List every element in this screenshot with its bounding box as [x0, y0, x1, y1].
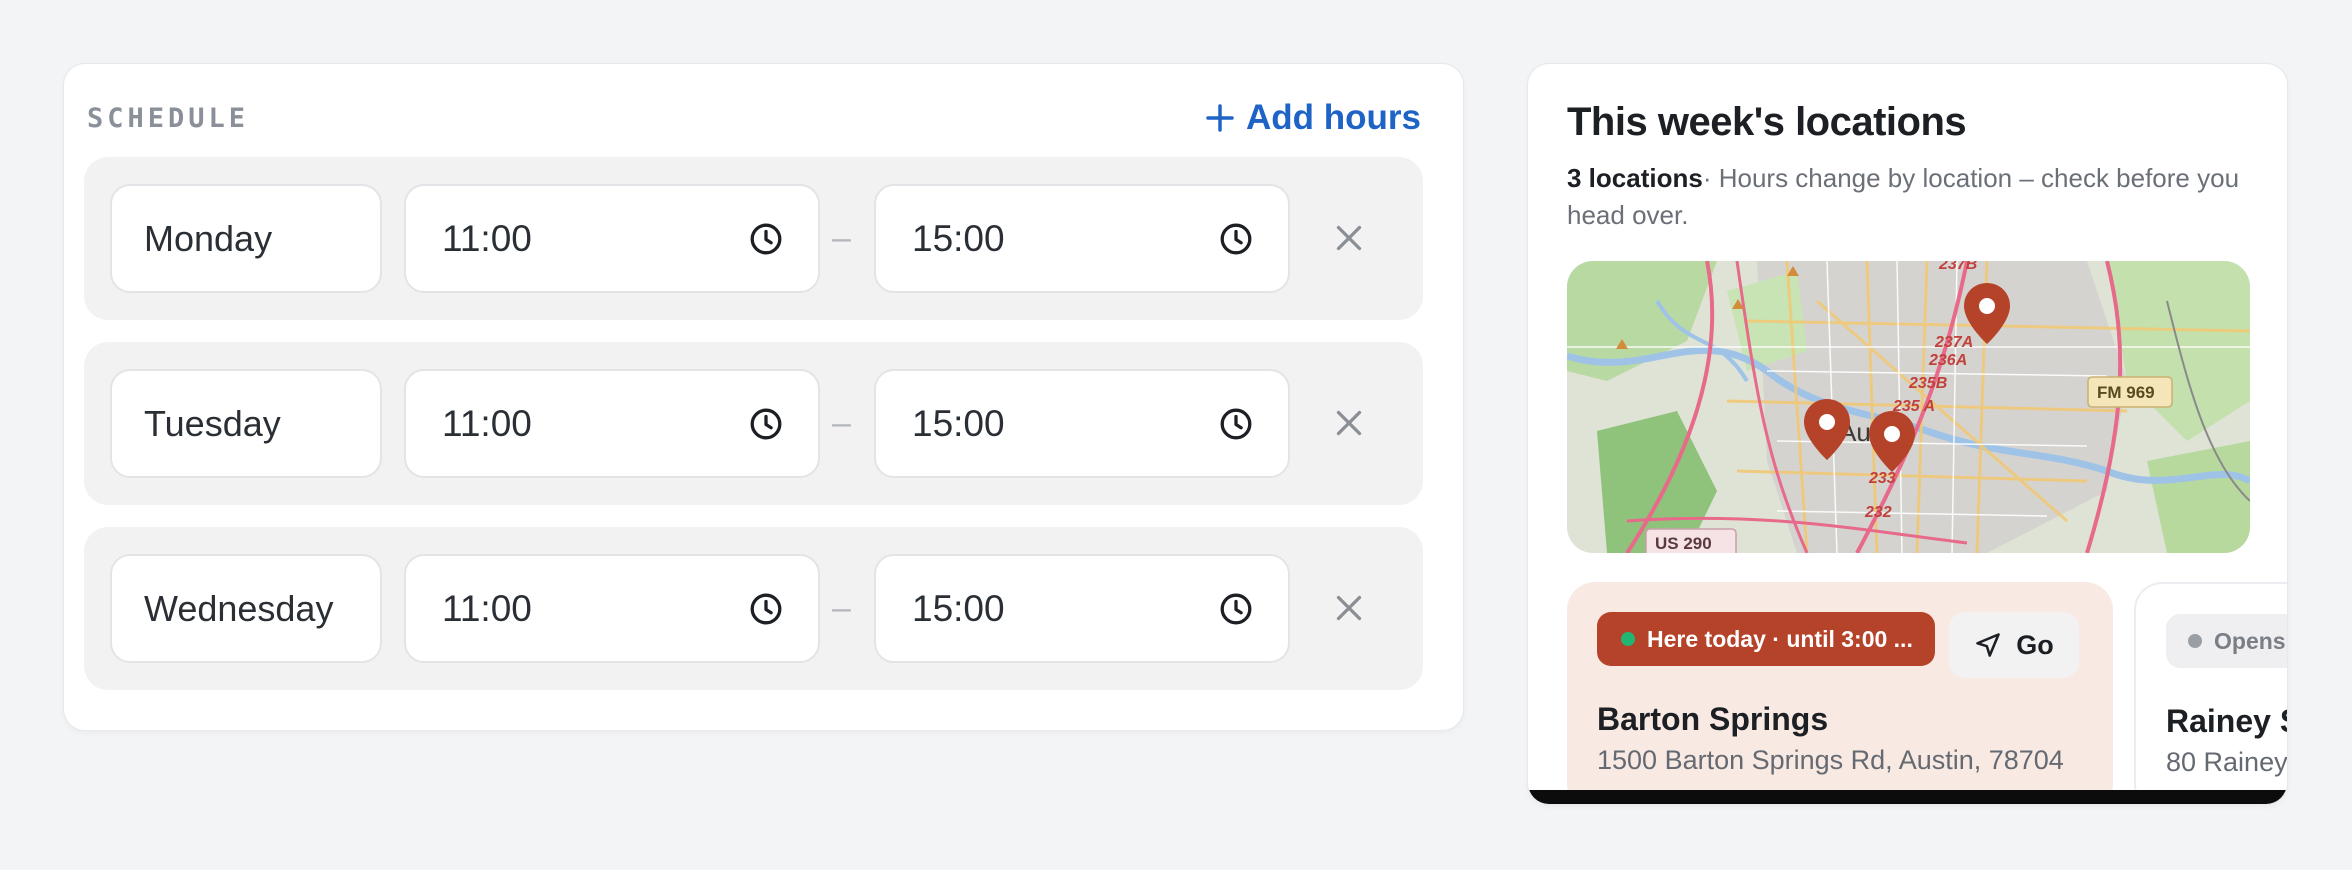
- day-field[interactable]: Wednesday: [110, 554, 382, 663]
- start-time-value: 11:00: [442, 217, 532, 259]
- location-card-barton-springs[interactable]: Here today · until 3:00 ... Go Barton Sp…: [1567, 582, 2113, 804]
- map-label: 237A: [1934, 334, 1973, 351]
- status-badge: Here today · until 3:00 ...: [1597, 612, 1935, 666]
- remove-row-close-icon[interactable]: [1331, 405, 1367, 441]
- schedule-row: Monday 11:00 – 15:00: [84, 157, 1423, 320]
- location-name: Rainey St: [2166, 703, 2287, 739]
- add-hours-label: Add hours: [1246, 98, 1421, 137]
- schedule-row: Wednesday 11:00 – 15:00: [84, 527, 1423, 690]
- status-text: Opens: [2214, 627, 2286, 654]
- clock-icon[interactable]: [1218, 406, 1254, 442]
- clock-icon[interactable]: [748, 406, 784, 442]
- end-time-field[interactable]: 15:00: [874, 369, 1290, 478]
- clock-icon[interactable]: [1218, 221, 1254, 257]
- add-hours-button[interactable]: Add hours: [1204, 98, 1421, 138]
- open-status-dot-icon: [1621, 632, 1635, 646]
- time-separator: –: [832, 589, 851, 627]
- locations-title: This week's locations: [1567, 100, 1967, 144]
- go-button[interactable]: Go: [1949, 612, 2079, 678]
- end-time-field[interactable]: 15:00: [874, 184, 1290, 293]
- remove-row-close-icon[interactable]: [1331, 590, 1367, 626]
- map-shield-label: FM 969: [2097, 383, 2155, 402]
- location-card-rainey-st[interactable]: Opens Rainey St 80 Rainey: [2134, 582, 2288, 804]
- map-shield-label: US 290: [1655, 534, 1712, 553]
- map-canvas[interactable]: 237B 237A 236A 235B 235 A 233 232 Austin…: [1567, 261, 2250, 553]
- navigation-arrow-icon: [1976, 633, 2001, 657]
- start-time-field[interactable]: 11:00: [404, 184, 820, 293]
- locations-card: This week's locations 3 locations· Hours…: [1527, 63, 2288, 805]
- schedule-card: SCHEDULE Add hours Monday 11:00 – 15:00 …: [63, 63, 1464, 731]
- schedule-title: SCHEDULE: [87, 102, 250, 134]
- end-time-value: 15:00: [912, 587, 1005, 629]
- closed-status-dot-icon: [2188, 634, 2202, 648]
- location-address: 80 Rainey: [2166, 747, 2288, 777]
- locations-count: 3 locations: [1567, 163, 1703, 193]
- end-time-value: 15:00: [912, 217, 1005, 259]
- status-text: Here today · until 3:00 ...: [1647, 625, 1913, 652]
- day-field[interactable]: Monday: [110, 184, 382, 293]
- map-label: 237B: [1938, 261, 1977, 273]
- day-value: Tuesday: [144, 402, 281, 444]
- end-time-field[interactable]: 15:00: [874, 554, 1290, 663]
- end-time-value: 15:00: [912, 402, 1005, 444]
- day-value: Monday: [144, 217, 273, 259]
- map-label: 233: [1868, 470, 1896, 487]
- start-time-field[interactable]: 11:00: [404, 554, 820, 663]
- time-separator: –: [832, 404, 851, 442]
- start-time-value: 11:00: [442, 587, 532, 629]
- location-name: Barton Springs: [1597, 701, 1829, 737]
- start-time-value: 11:00: [442, 402, 532, 444]
- go-label: Go: [2016, 629, 2054, 660]
- map-label: 236A: [1928, 352, 1967, 369]
- remove-row-close-icon[interactable]: [1331, 220, 1367, 256]
- day-value: Wednesday: [144, 587, 334, 629]
- locations-map[interactable]: 237B 237A 236A 235B 235 A 233 232 Austin…: [1567, 261, 2250, 553]
- clock-icon[interactable]: [748, 221, 784, 257]
- schedule-row: Tuesday 11:00 – 15:00: [84, 342, 1423, 505]
- status-badge: Opens: [2166, 614, 2287, 668]
- locations-subtitle: 3 locations· Hours change by location – …: [1567, 160, 2267, 234]
- plus-icon: [1206, 104, 1234, 132]
- day-field[interactable]: Tuesday: [110, 369, 382, 478]
- schedule-header: SCHEDULE Add hours: [84, 92, 1421, 144]
- clock-icon[interactable]: [748, 591, 784, 627]
- map-label: 235B: [1908, 375, 1947, 392]
- clock-icon[interactable]: [1218, 591, 1254, 627]
- location-address: 1500 Barton Springs Rd, Austin, 78704: [1597, 745, 2064, 775]
- start-time-field[interactable]: 11:00: [404, 369, 820, 478]
- time-separator: –: [832, 219, 851, 257]
- map-label: 232: [1864, 504, 1892, 521]
